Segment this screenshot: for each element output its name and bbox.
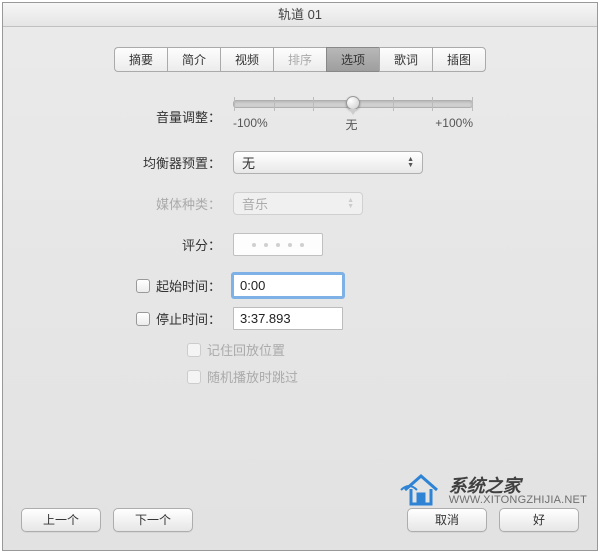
tab-sort[interactable]: 排序 [273,47,326,72]
media-kind-label: 媒体种类： [63,194,233,213]
volume-mid-label: 无 [345,116,357,133]
start-time-input[interactable]: 0:00 [233,274,343,297]
chevron-updown-icon: ▲▼ [407,157,414,169]
eq-select[interactable]: 无 ▲▼ [233,151,423,174]
tab-bar: 摘要 简介 视频 排序 选项 歌词 插图 [33,47,567,72]
rating-input[interactable] [233,233,323,256]
chevron-updown-icon: ▲▼ [347,198,354,210]
dialog-window: 轨道 01 摘要 简介 视频 排序 选项 歌词 插图 音量调整： [2,2,598,551]
rating-label: 评分： [63,235,233,254]
rating-dot [288,243,292,247]
prev-button[interactable]: 上一个 [21,508,101,532]
volume-max-label: +100% [435,116,473,133]
window-title: 轨道 01 [3,3,597,27]
start-time-label: 起始时间： [156,276,221,295]
watermark: 系统之家 WWW.XITONGZHIJIA.NET [399,468,587,515]
start-time-checkbox[interactable] [136,279,150,293]
tab-video[interactable]: 视频 [220,47,273,72]
tab-artwork[interactable]: 插图 [432,47,486,72]
skip-shuffle-checkbox [187,370,201,384]
rating-dot [252,243,256,247]
watermark-text-en: WWW.XITONGZHIJIA.NET [449,495,587,506]
remember-position-checkbox [187,343,201,357]
watermark-text-zh: 系统之家 [449,477,587,495]
stop-time-input[interactable]: 3:37.893 [233,307,343,330]
volume-label: 音量调整： [63,107,233,126]
media-kind-value: 音乐 [242,194,268,213]
eq-value: 无 [242,153,255,172]
dialog-content: 摘要 简介 视频 排序 选项 歌词 插图 音量调整： [3,27,597,550]
remember-position-label: 记住回放位置 [207,340,285,359]
next-button[interactable]: 下一个 [113,508,193,532]
tab-options[interactable]: 选项 [326,47,379,72]
rating-dot [264,243,268,247]
stop-time-checkbox[interactable] [136,312,150,326]
media-kind-select: 音乐 ▲▼ [233,192,363,215]
volume-slider-thumb[interactable] [346,96,360,110]
skip-shuffle-label: 随机播放时跳过 [207,367,298,386]
tab-summary[interactable]: 摘要 [114,47,167,72]
tab-lyrics[interactable]: 歌词 [379,47,432,72]
rating-dot [276,243,280,247]
volume-slider[interactable] [233,100,473,108]
stop-time-label: 停止时间： [156,309,221,328]
tab-info[interactable]: 简介 [167,47,220,72]
rating-dot [300,243,304,247]
eq-label: 均衡器预置： [63,153,233,172]
volume-min-label: -100% [233,116,268,133]
house-icon [399,468,443,515]
